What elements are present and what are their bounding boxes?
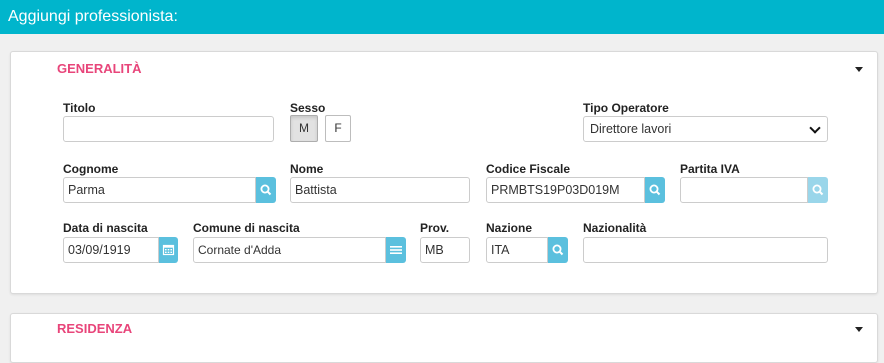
- nazionalita-input[interactable]: [583, 237, 828, 263]
- prov-label: Prov.: [420, 221, 450, 235]
- caret-down-icon[interactable]: [855, 327, 863, 332]
- partita-iva-label: Partita IVA: [680, 162, 740, 176]
- comune-nascita-input[interactable]: Cornate d'Adda: [193, 237, 386, 263]
- codice-fiscale-label: Codice Fiscale: [486, 162, 571, 176]
- partita-iva-search-button[interactable]: [808, 177, 828, 203]
- tipo-operatore-label: Tipo Operatore: [583, 101, 669, 115]
- cognome-label: Cognome: [63, 162, 119, 176]
- calendar-button[interactable]: [159, 237, 178, 263]
- calendar-icon: [162, 244, 175, 256]
- prov-input[interactable]: MB: [420, 237, 470, 263]
- section-title-residenza[interactable]: RESIDENZA: [57, 321, 132, 336]
- partita-iva-input[interactable]: [680, 177, 808, 203]
- cognome-search-button[interactable]: [256, 177, 276, 203]
- tipo-operatore-select[interactable]: Direttore lavori: [583, 116, 828, 142]
- nome-label: Nome: [290, 162, 324, 176]
- sesso-m-button[interactable]: M: [290, 115, 318, 142]
- search-icon: [649, 184, 661, 196]
- codice-fiscale-input[interactable]: PRMBTS19P03D019M: [486, 177, 645, 203]
- section-residenza: RESIDENZA: [10, 313, 878, 363]
- sesso-label: Sesso: [290, 101, 326, 115]
- page-title: Aggiungi professionista:: [8, 8, 178, 25]
- comune-nascita-label: Comune di nascita: [193, 221, 300, 235]
- section-title-generalita[interactable]: GENERALITÀ: [57, 61, 142, 76]
- search-icon: [812, 184, 824, 196]
- codice-fiscale-search-button[interactable]: [645, 177, 665, 203]
- search-icon: [552, 244, 564, 256]
- list-icon: [390, 246, 402, 254]
- nazione-search-button[interactable]: [548, 237, 568, 263]
- sesso-f-button[interactable]: F: [325, 115, 351, 142]
- nome-input[interactable]: Battista: [290, 177, 470, 203]
- titolo-input[interactable]: [63, 116, 274, 142]
- caret-down-icon[interactable]: [855, 67, 863, 72]
- tipo-operatore-value: Direttore lavori: [590, 122, 672, 136]
- titolo-label: Titolo: [63, 101, 96, 115]
- comune-list-button[interactable]: [386, 237, 406, 263]
- cognome-input[interactable]: Parma: [63, 177, 256, 203]
- nazione-input[interactable]: ITA: [486, 237, 548, 263]
- nazionalita-label: Nazionalità: [583, 221, 647, 235]
- data-nascita-label: Data di nascita: [63, 221, 148, 235]
- nazione-label: Nazione: [486, 221, 533, 235]
- page-header: Aggiungi professionista:: [0, 0, 884, 34]
- search-icon: [260, 184, 272, 196]
- chevron-down-icon: [809, 122, 821, 134]
- data-nascita-input[interactable]: 03/09/1919: [63, 237, 159, 263]
